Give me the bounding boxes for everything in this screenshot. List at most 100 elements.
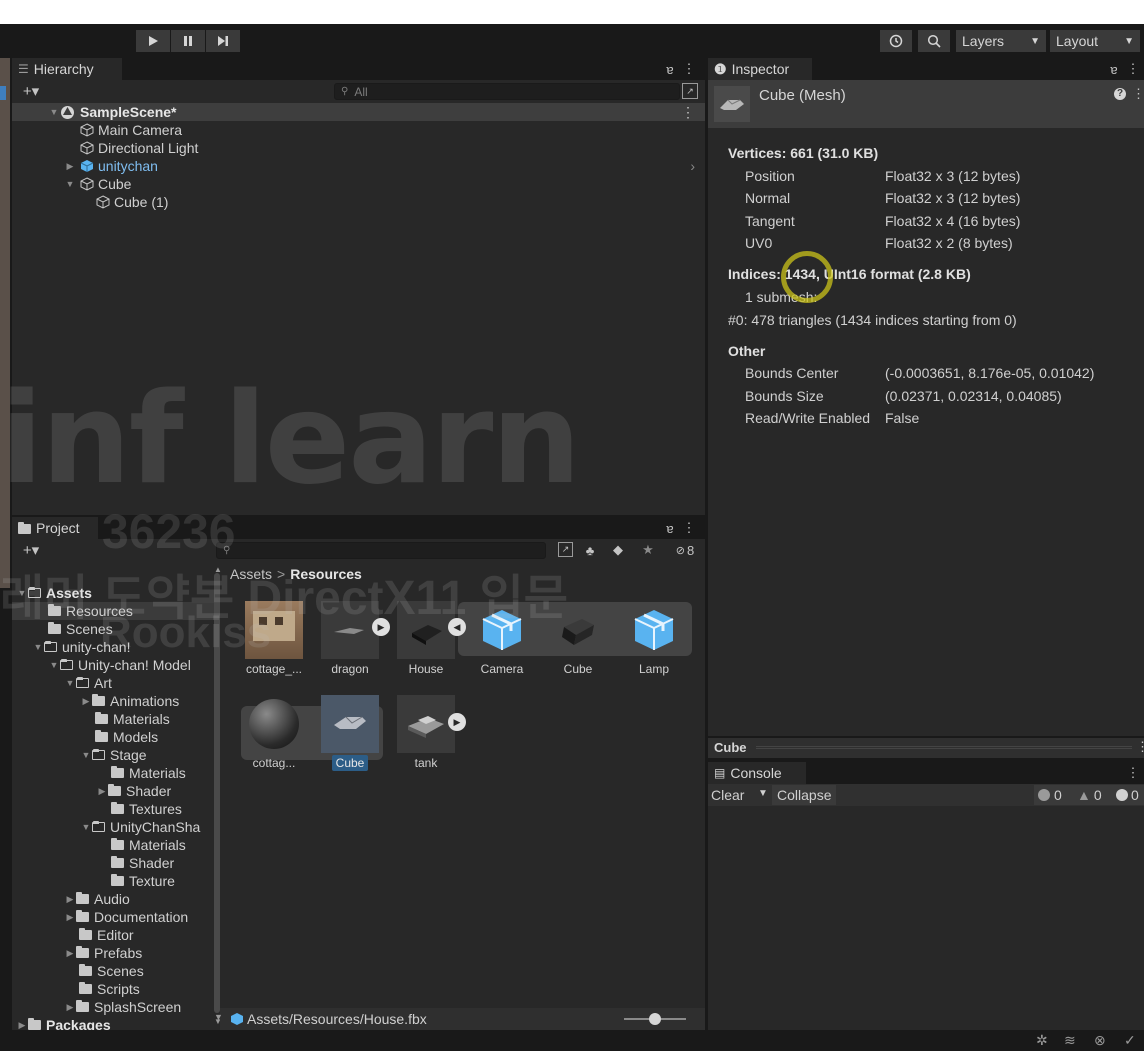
tree-item-resources[interactable]: Resources xyxy=(12,602,217,620)
favorite-star-icon[interactable]: ★ xyxy=(640,541,656,559)
tree-item-stage-shader[interactable]: ▶ Shader xyxy=(12,782,172,800)
kebab-menu-icon[interactable]: ⋮ xyxy=(1136,739,1144,755)
expand-arrow-icon[interactable]: ▶ xyxy=(64,948,76,959)
kebab-menu-icon[interactable]: ⋮ xyxy=(1126,764,1140,782)
expand-asset-icon[interactable]: ▶ xyxy=(448,713,466,731)
layout-dropdown[interactable]: Layout ▼ xyxy=(1050,30,1140,52)
tree-item-unitychanshader[interactable]: ▼ UnityChanSha xyxy=(12,818,201,836)
hierarchy-item-unitychan[interactable]: ▶ unitychan › xyxy=(64,157,705,175)
asset-cottage-material[interactable]: cottag... xyxy=(238,695,310,770)
step-button[interactable] xyxy=(206,30,240,52)
play-button[interactable] xyxy=(136,30,170,52)
tree-item-ucs-shader[interactable]: Shader xyxy=(12,854,174,872)
collapse-asset-icon[interactable]: ◀ xyxy=(448,618,466,636)
scroll-down-icon[interactable]: ▼ xyxy=(214,1012,223,1022)
help-icon[interactable]: ? xyxy=(1114,88,1126,100)
asset-cottage-texture[interactable]: cottage_... xyxy=(238,601,310,676)
hierarchy-item-cube[interactable]: ▼ Cube xyxy=(64,175,132,193)
tree-item-ucs-texture[interactable]: Texture xyxy=(12,872,175,890)
auto-generate-lighting-icon[interactable]: ⊗ xyxy=(1094,1032,1106,1049)
info-filter-toggle[interactable]: 0 xyxy=(1038,787,1062,803)
hierarchy-search-input[interactable]: ⚲ All xyxy=(334,83,680,100)
hierarchy-item-cube-1[interactable]: Cube (1) xyxy=(96,193,168,211)
project-search-input[interactable]: ⚲ xyxy=(216,542,546,559)
scene-row[interactable]: ▼ SampleScene* ⋮ xyxy=(12,103,705,121)
expand-arrow-icon[interactable]: ▶ xyxy=(64,912,76,923)
hierarchy-item-main-camera[interactable]: Main Camera xyxy=(80,121,182,139)
tree-item-unity-chan-model[interactable]: ▼ Unity-chan! Model xyxy=(12,656,191,674)
tree-item-animations[interactable]: ▶ Animations xyxy=(12,692,180,710)
tree-item-models[interactable]: Models xyxy=(12,728,158,746)
error-filter-toggle[interactable]: 0 xyxy=(1116,787,1139,803)
preview-drag-handle[interactable] xyxy=(756,746,1132,749)
expand-arrow-icon[interactable]: ▶ xyxy=(64,161,76,172)
expand-arrow-icon[interactable]: ▶ xyxy=(64,1002,76,1013)
add-object-button[interactable]: +▾ xyxy=(16,82,46,100)
asset-cube-mesh[interactable]: Cube xyxy=(542,601,614,676)
icon-size-slider-thumb[interactable] xyxy=(649,1013,661,1025)
undo-history-button[interactable] xyxy=(880,30,912,52)
expand-arrow-icon[interactable]: ▶ xyxy=(16,1020,28,1031)
kebab-menu-icon[interactable]: ⋮ xyxy=(682,519,696,537)
tree-item-documentation[interactable]: ▶ Documentation xyxy=(12,908,189,926)
expand-arrow-icon[interactable]: ▶ xyxy=(64,894,76,905)
breadcrumb-resources[interactable]: Resources xyxy=(290,566,362,582)
search-button[interactable] xyxy=(918,30,950,52)
expand-arrow-icon[interactable]: ▼ xyxy=(64,179,76,189)
lock-icon[interactable]: ɐ xyxy=(1106,60,1122,78)
tree-item-stage[interactable]: ▼ Stage xyxy=(12,746,147,764)
preview-bar[interactable]: Cube ⋮ xyxy=(708,738,1144,758)
clear-button[interactable]: Clear xyxy=(711,787,744,803)
tab-inspector[interactable]: ❶ Inspector xyxy=(708,58,812,80)
lock-icon[interactable]: ɐ xyxy=(662,60,678,78)
asset-cube-selected[interactable]: Cube xyxy=(314,695,386,771)
scene-visibility-icon[interactable]: ↗ xyxy=(682,83,698,99)
hierarchy-item-directional-light[interactable]: Directional Light xyxy=(80,139,198,157)
lock-icon[interactable]: ɐ xyxy=(662,519,678,537)
expand-arrow-icon[interactable]: ▼ xyxy=(48,660,60,670)
tree-item-splashscreen[interactable]: ▶ SplashScreen xyxy=(12,998,182,1016)
kebab-menu-icon[interactable]: ⋮ xyxy=(1132,86,1144,102)
collapse-toggle[interactable]: Collapse xyxy=(772,785,837,805)
tree-item-stage-materials[interactable]: Materials xyxy=(12,764,186,782)
open-window-icon[interactable]: ↗ xyxy=(558,542,573,557)
kebab-menu-icon[interactable]: ⋮ xyxy=(681,104,695,121)
expand-arrow-icon[interactable]: ▼ xyxy=(64,678,76,688)
expand-arrow-icon[interactable]: ▼ xyxy=(32,642,44,652)
asset-house[interactable]: House xyxy=(390,601,462,676)
scroll-up-icon[interactable]: ▲ xyxy=(214,565,222,574)
tree-item-prefabs[interactable]: ▶ Prefabs xyxy=(12,944,143,962)
asset-tank[interactable]: tank xyxy=(390,695,462,770)
tree-item-scripts[interactable]: Scripts xyxy=(12,980,140,998)
clear-options-dropdown[interactable]: ▼ xyxy=(758,788,768,799)
progress-check-icon[interactable]: ✓ xyxy=(1124,1032,1136,1049)
cache-server-icon[interactable]: ≋ xyxy=(1064,1032,1076,1049)
expand-asset-icon[interactable]: ▶ xyxy=(372,618,390,636)
create-asset-button[interactable]: +▾ xyxy=(16,541,46,559)
asset-dragon[interactable]: dragon xyxy=(314,601,386,676)
warning-filter-toggle[interactable]: ▲ 0 xyxy=(1077,787,1102,803)
expand-arrow-icon[interactable]: ▶ xyxy=(96,786,108,797)
pause-button[interactable] xyxy=(171,30,205,52)
debug-icon[interactable]: ✲ xyxy=(1036,1032,1048,1049)
breadcrumb-assets[interactable]: Assets xyxy=(230,566,272,582)
tree-scrollbar[interactable] xyxy=(214,573,220,1013)
expand-arrow-icon[interactable]: ▼ xyxy=(16,588,28,598)
asset-lamp[interactable]: Lamp xyxy=(618,601,690,676)
tree-item-art[interactable]: ▼ Art xyxy=(12,674,112,692)
kebab-menu-icon[interactable]: ⋮ xyxy=(682,60,696,78)
tree-item-stage-textures[interactable]: Textures xyxy=(12,800,182,818)
tab-console[interactable]: ▤ Console xyxy=(708,762,806,784)
hidden-packages-toggle[interactable]: ⊘ 8 xyxy=(670,541,700,559)
tree-item-assets[interactable]: ▼ Assets xyxy=(12,584,217,602)
tree-item-audio[interactable]: ▶ Audio xyxy=(12,890,130,908)
asset-camera[interactable]: Camera xyxy=(466,601,538,676)
tree-item-scenes[interactable]: Scenes xyxy=(12,620,113,638)
layers-dropdown[interactable]: Layers ▼ xyxy=(956,30,1046,52)
kebab-menu-icon[interactable]: ⋮ xyxy=(1126,60,1140,78)
label-tag-icon[interactable]: ◆ xyxy=(610,541,626,559)
tree-item-ucs-materials[interactable]: Materials xyxy=(12,836,186,854)
tree-item-editor[interactable]: Editor xyxy=(12,926,134,944)
tab-project[interactable]: Project xyxy=(12,517,98,539)
tab-hierarchy[interactable]: ☰ Hierarchy xyxy=(12,58,122,80)
